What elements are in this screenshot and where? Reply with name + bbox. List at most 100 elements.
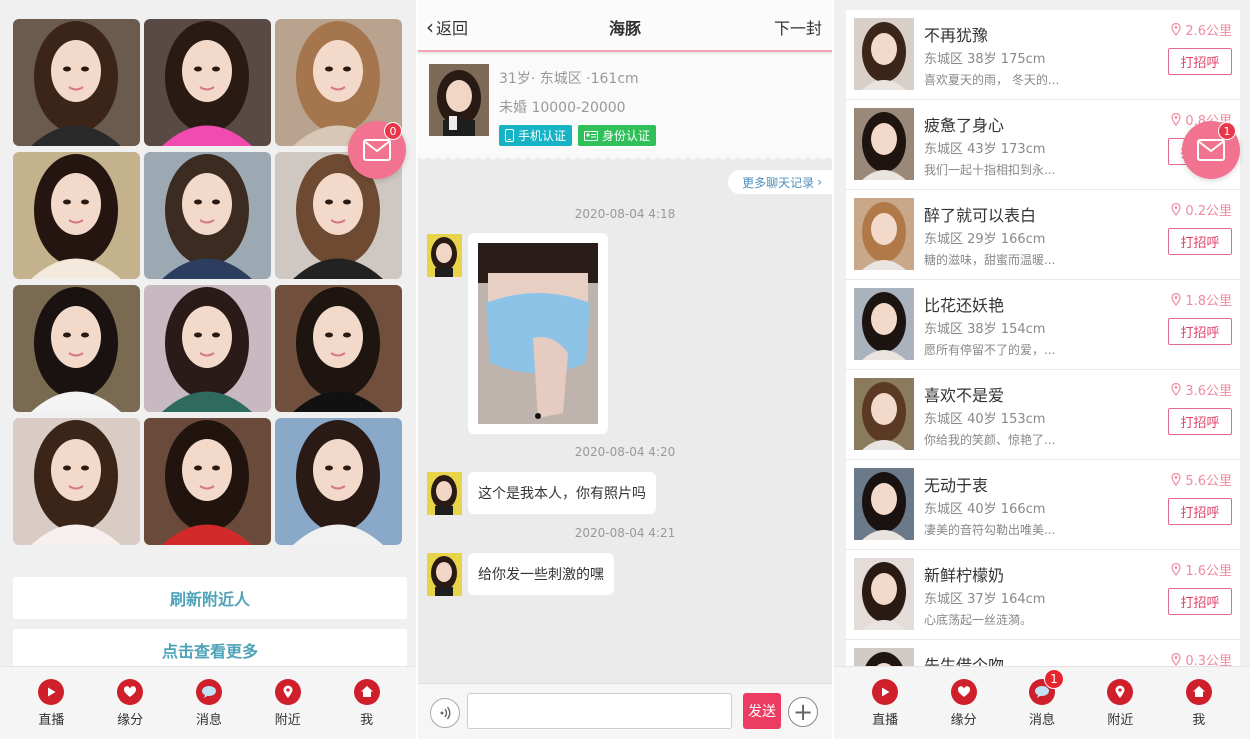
timestamp: 2020-08-04 4:20 — [574, 445, 676, 459]
list-item[interactable]: 醉了就可以表白 东城区 29岁 166cm 糖的滋味，甜蜜而温暖... 0.2公里 打招… — [846, 190, 1240, 280]
profile-photo[interactable] — [275, 418, 402, 545]
profile-photo[interactable] — [13, 285, 140, 412]
list-item[interactable]: 喜欢不是爱东城区 40岁 153cm 你给我的笑颜、惊艳了... 3.6公里打招呼 — [846, 370, 1240, 460]
tab-label: 附近 — [274, 712, 301, 728]
profile-photo[interactable] — [13, 152, 140, 279]
user-avatar[interactable] — [854, 108, 914, 180]
mail-badge: 1 — [1218, 122, 1236, 140]
text-message: 这个是我本人，你有照片吗 — [468, 472, 656, 514]
tab-chat[interactable]: 消息 1 — [1012, 668, 1072, 728]
list-item[interactable]: 无动于衷 东城区 40岁 166cm 凄美的音符勾勒出唯美... 5.6公里 打招呼 — [846, 460, 1240, 550]
distance-label: 3.6公里 — [1185, 384, 1232, 399]
plus-icon[interactable]: + — [788, 697, 818, 727]
message-avatar[interactable] — [427, 472, 462, 515]
distance-label: 1.8公里 — [1185, 294, 1232, 309]
tab-label: 附近 — [1107, 712, 1134, 728]
greet-button[interactable]: 打招呼 — [1168, 228, 1232, 255]
profile-avatar[interactable] — [429, 64, 489, 136]
tab-play[interactable]: 直播 — [855, 678, 915, 728]
tab-home[interactable]: 我 — [1169, 678, 1229, 728]
list-item[interactable]: 疲惫了身心东城区 43岁 173cm我们一起十指相扣到永...0.8公里打招呼 — [846, 100, 1240, 190]
location-pin-icon — [1171, 113, 1181, 126]
user-name: 无动于衷 — [924, 476, 989, 495]
image-message[interactable] — [468, 233, 608, 434]
user-signature: 喜欢夏天的雨， 冬天的... — [924, 73, 1060, 87]
profile-card[interactable]: 31岁· 东城区 ·161cm 未婚 10000-20000 手机认证 身份认证 — [418, 54, 832, 162]
greet-button[interactable]: 打招呼 — [1168, 408, 1232, 435]
timestamp: 2020-08-04 4:21 — [574, 526, 676, 540]
message-avatar[interactable] — [427, 553, 462, 596]
user-avatar[interactable] — [854, 378, 914, 450]
profile-photo[interactable] — [275, 285, 402, 412]
home-icon — [353, 678, 380, 705]
location-pin-icon — [1171, 653, 1181, 666]
send-button[interactable]: 发送 — [743, 693, 781, 729]
profile-photo[interactable] — [13, 418, 140, 545]
profile-photo[interactable] — [144, 19, 271, 146]
greet-button[interactable]: 打招呼 — [1168, 588, 1232, 615]
play-icon — [872, 678, 899, 705]
user-avatar[interactable] — [854, 558, 914, 630]
tab-home[interactable]: 我 — [337, 678, 397, 728]
user-info: 东城区 40岁 153cm — [924, 412, 1046, 427]
user-avatar[interactable] — [854, 198, 914, 270]
distance: 1.8公里 — [1171, 290, 1232, 309]
tab-heart[interactable]: 缘分 — [934, 678, 994, 728]
tab-label: 我 — [1192, 712, 1206, 728]
distance-label: 0.2公里 — [1185, 204, 1232, 219]
location-pin-icon — [1171, 473, 1181, 486]
photo-image — [144, 19, 271, 146]
user-signature: 愿所有停留不了的爱，... — [924, 343, 1056, 357]
profile-photo[interactable] — [144, 418, 271, 545]
profile-photo[interactable] — [144, 285, 271, 412]
mail-button[interactable]: 1 — [1182, 121, 1240, 179]
heart-icon — [117, 678, 144, 705]
tab-play[interactable]: 直播 — [21, 678, 81, 728]
voice-button[interactable] — [430, 698, 460, 728]
profile-photo[interactable] — [144, 152, 271, 279]
mail-button[interactable]: 0 — [348, 121, 406, 179]
user-name: 疲惫了身心 — [924, 116, 1005, 135]
tab-label: 直播 — [38, 712, 65, 728]
user-avatar[interactable] — [854, 468, 914, 540]
user-info: 东城区 37岁 164cm — [924, 592, 1046, 607]
message-photo — [478, 243, 598, 424]
tab-location[interactable]: 附近 — [1090, 678, 1150, 728]
list-item[interactable]: 新鲜柠檬奶 东城区 37岁 164cm 心底荡起一丝涟漪。 1.6公里 打招呼 — [846, 550, 1240, 640]
photo-image — [13, 19, 140, 146]
message-input[interactable] — [467, 693, 732, 729]
greet-button[interactable]: 打招呼 — [1168, 498, 1232, 525]
heart-icon — [950, 678, 977, 705]
nearby-list: 不再犹豫 东城区 38岁 175cm 喜欢夏天的雨， 冬天的... 2.6公里 打招呼疲… — [846, 10, 1240, 730]
refresh-nearby-button[interactable]: 刷新附近人 — [13, 577, 407, 619]
location-icon — [1107, 678, 1134, 705]
chat-screen: ‹ 返回 海豚 下一封 31岁· 东城区 ·161cm 未婚 10000-200… — [418, 0, 832, 739]
distance: 1.6公里 — [1171, 560, 1232, 579]
list-item[interactable]: 比花还妖艳 东城区 38岁 154cm 愿所有停留不了的爱，... 1.8公里 打招呼 — [846, 280, 1240, 370]
next-letter-button[interactable]: 下一封 — [774, 15, 822, 39]
user-avatar[interactable] — [854, 288, 914, 360]
greet-button[interactable]: 打招呼 — [1168, 48, 1232, 75]
distance-label: 5.6公里 — [1185, 474, 1232, 489]
more-history-button[interactable]: 更多聊天记录 › — [728, 170, 832, 194]
photo-grid — [13, 19, 402, 545]
message-avatar[interactable] — [427, 234, 462, 277]
user-info: 东城区 29岁 166cm — [924, 232, 1046, 247]
tab-heart[interactable]: 缘分 — [100, 678, 160, 728]
tab-location[interactable]: 附近 — [258, 678, 318, 728]
greet-button[interactable]: 打招呼 — [1168, 318, 1232, 345]
id-card-icon — [584, 130, 599, 141]
view-more-button[interactable]: 点击查看更多 — [13, 629, 407, 671]
distance: 3.6公里 — [1171, 380, 1232, 399]
tab-chat[interactable]: 消息 — [179, 678, 239, 728]
user-signature: 你给我的笑颜、惊艳了... — [924, 433, 1056, 447]
phone-icon — [505, 129, 514, 142]
text-message: 给你发一些刺激的嘿 — [468, 553, 614, 595]
mail-icon — [363, 139, 391, 161]
list-item[interactable]: 不再犹豫 东城区 38岁 175cm 喜欢夏天的雨， 冬天的... 2.6公里 打招呼 — [846, 10, 1240, 100]
user-name: 比花还妖艳 — [924, 296, 1005, 315]
user-name: 喜欢不是爱 — [924, 386, 1005, 405]
user-avatar[interactable] — [854, 18, 914, 90]
profile-photo[interactable] — [13, 19, 140, 146]
user-signature: 我们一起十指相扣到永... — [924, 163, 1056, 177]
